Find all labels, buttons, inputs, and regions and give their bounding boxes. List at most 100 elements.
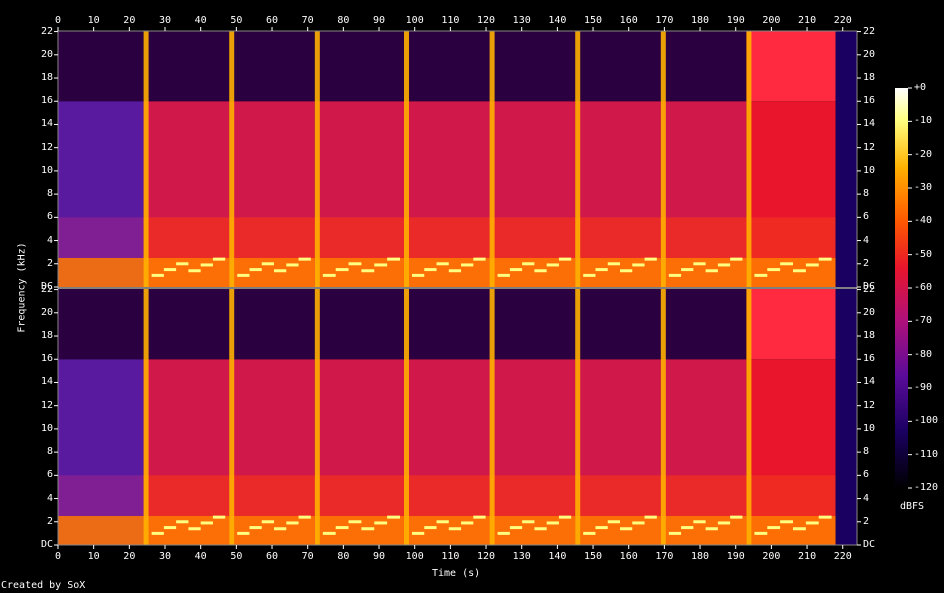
x-tick-label-bottom-5: 50 [230, 551, 243, 562]
y-tick-label-right-1-1: 2 [863, 515, 870, 527]
x-tick-label-top-8: 80 [337, 15, 350, 26]
colorbar-tick-label-10: -100 [914, 415, 939, 427]
x-tick-label-bottom-6: 60 [265, 551, 279, 562]
y-tick-label-right-1-9: 18 [863, 330, 876, 342]
y-tick-label-left-0-7: 14 [40, 118, 53, 130]
colorbar-tick-label-9: -90 [914, 382, 933, 393]
x-tick-label-top-9: 90 [372, 15, 386, 26]
y-tick-label-left-1-3: 6 [46, 469, 53, 481]
onset-ch1-4 [403, 31, 409, 287]
y-tick-label-right-1-5: 10 [863, 422, 876, 434]
tail-ch2 [835, 289, 857, 545]
x-tick-label-top-14: 140 [548, 15, 567, 26]
y-tick-label-right-1-6: 12 [863, 399, 876, 411]
segment-high-ch2-0 [58, 289, 144, 360]
segment-high-ch2-6 [575, 289, 661, 360]
y-tick-label-left-1-0: DC [40, 539, 53, 550]
y-tick-label-right-1-4: 8 [863, 446, 870, 458]
x-tick-label-bottom-0: 0 [54, 551, 62, 562]
y-tick-label-right-1-11: 22 [863, 283, 876, 295]
x-tick-label-bottom-8: 80 [337, 551, 350, 562]
segment-high-ch1-0 [58, 31, 144, 102]
y-tick-label-right-0-1: 2 [863, 257, 870, 269]
y-tick-label-left-1-7: 14 [40, 376, 53, 388]
y-tick-label-left-1-4: 8 [46, 446, 53, 458]
x-tick-label-top-7: 70 [301, 15, 314, 26]
x-tick-label-bottom-14: 140 [548, 551, 567, 562]
y-tick-label-left-0-4: 8 [46, 188, 53, 200]
x-tick-label-top-22: 220 [833, 15, 852, 26]
colorbar-tick-label-3: -30 [914, 182, 933, 193]
segment-bass-ch2-0 [58, 515, 144, 545]
onset-ch1-7 [660, 31, 666, 287]
y-tick-label-left-1-6: 12 [40, 399, 53, 411]
onset-ch1-2 [229, 31, 235, 287]
tail-ch1 [835, 31, 857, 287]
x-tick-label-top-3: 30 [158, 15, 172, 26]
colorbar-tick-label-6: -60 [914, 282, 933, 293]
y-tick-label-left-0-10: 20 [40, 48, 53, 60]
x-tick-label-top-18: 180 [691, 15, 710, 26]
segment-high-ch2-5 [489, 289, 576, 360]
y-tick-label-left-1-5: 10 [40, 422, 53, 434]
channel-1-spectrogram [58, 31, 857, 288]
y-tick-label-left-1-1: 2 [46, 515, 53, 527]
y-tick-label-left-1-2: 4 [46, 492, 53, 504]
segment-high-ch1-3 [314, 31, 404, 102]
y-tick-label-left-0-1: 2 [46, 257, 53, 269]
segment-high-ch2-3 [314, 289, 404, 360]
onset-ch2-2 [229, 289, 235, 545]
y-tick-label-left-0-8: 16 [40, 95, 53, 107]
y-tick-label-right-1-7: 14 [863, 376, 876, 388]
y-tick-label-right-0-5: 10 [863, 164, 876, 176]
x-tick-label-top-5: 50 [230, 15, 243, 26]
y-tick-label-right-0-8: 16 [863, 95, 876, 107]
onset-ch1-8 [746, 31, 752, 287]
x-tick-label-bottom-3: 30 [158, 551, 172, 562]
x-tick-label-bottom-4: 40 [194, 551, 207, 562]
onset-ch1-5 [489, 31, 495, 287]
y-tick-label-left-1-8: 16 [40, 353, 53, 365]
x-tick-label-bottom-19: 190 [726, 551, 745, 562]
x-tick-label-bottom-15: 150 [584, 551, 603, 562]
onset-ch2-4 [403, 289, 409, 545]
y-tick-label-right-0-2: 4 [863, 234, 870, 246]
y-tick-label-right-1-10: 20 [863, 306, 876, 318]
y-tick-label-left-1-11: 22 [40, 283, 53, 295]
segment-high-ch2-7 [660, 289, 747, 360]
x-tick-label-top-16: 160 [619, 15, 638, 26]
onset-ch2-7 [660, 289, 666, 545]
onset-ch2-3 [314, 289, 320, 545]
y-tick-label-right-0-10: 20 [863, 48, 876, 60]
segment-high-ch2-4 [403, 289, 490, 360]
colorbar [895, 88, 908, 488]
x-tick-label-bottom-17: 170 [655, 551, 674, 562]
channel-2-spectrogram [58, 289, 857, 545]
x-tick-label-top-11: 110 [441, 15, 460, 26]
y-axis-label: Frequency (kHz) [16, 242, 28, 333]
x-tick-label-top-20: 200 [762, 15, 781, 26]
x-tick-label-top-21: 210 [798, 15, 817, 26]
onset-ch1-1 [143, 31, 149, 287]
y-tick-label-right-1-2: 4 [863, 492, 870, 504]
x-tick-label-bottom-22: 220 [833, 551, 852, 562]
onset-ch2-8 [746, 289, 752, 545]
y-tick-label-right-0-6: 12 [863, 141, 876, 153]
y-tick-label-right-0-4: 8 [863, 188, 870, 200]
x-tick-label-bottom-10: 100 [405, 551, 424, 562]
x-tick-label-top-10: 100 [405, 15, 424, 26]
x-tick-label-bottom-18: 180 [691, 551, 710, 562]
onset-ch1-3 [314, 31, 320, 287]
segment-high-ch1-2 [229, 31, 315, 102]
colorbar-tick-label-11: -110 [914, 448, 939, 460]
y-tick-label-left-0-2: 4 [46, 234, 53, 246]
y-tick-label-left-0-6: 12 [40, 141, 53, 153]
spectrogram-figure [54, 27, 912, 549]
x-tick-label-bottom-2: 20 [123, 551, 136, 562]
segment-high-ch1-6 [575, 31, 661, 102]
segment-high-ch1-8 [746, 31, 836, 102]
segment-high-ch1-5 [489, 31, 576, 102]
onset-ch1-6 [575, 31, 581, 287]
colorbar-tick-label-2: -20 [914, 148, 933, 160]
y-tick-label-right-0-7: 14 [863, 118, 876, 130]
